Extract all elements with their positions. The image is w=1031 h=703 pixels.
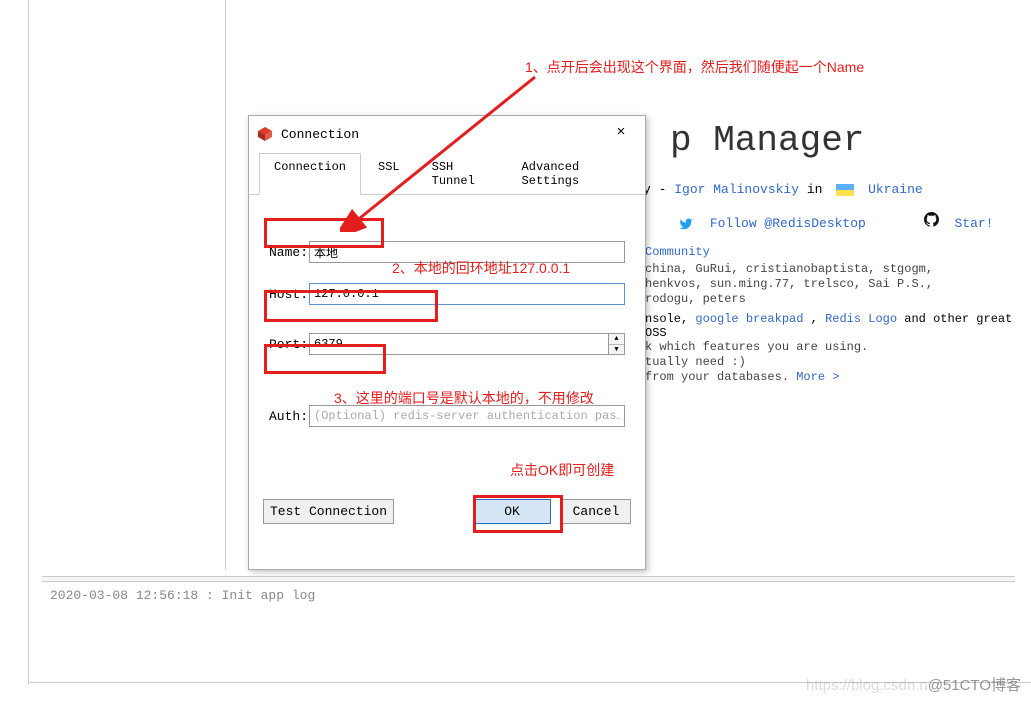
by-prefix: y -	[643, 182, 674, 197]
watermark: https://blog.csdn.n@51CTO博客	[806, 674, 1021, 695]
divider-left-1	[28, 0, 29, 685]
tab-row: Connection SSL SSH Tunnel Advanced Setti…	[249, 152, 645, 195]
host-input[interactable]	[309, 283, 625, 305]
port-spinner[interactable]: ▲ ▼	[609, 333, 625, 355]
host-label: Host:	[269, 287, 309, 302]
tab-ssh-tunnel[interactable]: SSH Tunnel	[417, 153, 505, 195]
oss-link-breakpad[interactable]: google breakpad	[695, 312, 803, 326]
github-icon	[924, 216, 947, 231]
port-row: Port: ▲ ▼	[269, 333, 625, 355]
oss-link-redis-logo[interactable]: Redis Logo	[825, 312, 897, 326]
log-separator[interactable]	[42, 576, 1015, 582]
host-row: Host:	[269, 283, 625, 305]
watermark-csdn: https://blog.csdn.n	[806, 677, 928, 694]
annotation-1: 1、点开后会出现这个界面，然后我们随便起一个Name	[525, 57, 864, 77]
social-row: Follow @RedisDesktop Star!	[678, 212, 993, 231]
form-area: Name: Host: Port: ▲ ▼ Auth:	[249, 195, 645, 457]
name-label: Name:	[269, 245, 309, 260]
button-row: Test Connection OK Cancel	[249, 483, 645, 540]
dialog-title-text: Connection	[281, 127, 359, 142]
oss-mid: ,	[811, 312, 825, 326]
oss-pre: nsole,	[645, 312, 695, 326]
test-connection-button[interactable]: Test Connection	[263, 499, 394, 524]
auth-row: Auth:	[269, 405, 625, 427]
twitter-icon	[678, 216, 702, 231]
supporters-text: china, GuRui, cristianobaptista, stgogm,…	[645, 262, 1015, 307]
tab-advanced-settings[interactable]: Advanced Settings	[507, 153, 635, 195]
author-line: y - Igor Malinovskiy in Ukraine	[643, 182, 923, 197]
app-title: p Manager	[670, 120, 864, 161]
annotation-4: 点击OK即可创建	[510, 460, 614, 480]
app-icon	[257, 126, 273, 142]
star-link[interactable]: Star!	[954, 216, 993, 231]
annotation-2: 2、本地的回环地址127.0.0.1	[392, 258, 570, 278]
auth-label: Auth:	[269, 409, 309, 424]
ok-button[interactable]: OK	[473, 499, 551, 524]
close-button[interactable]: ×	[605, 122, 637, 146]
annotation-3: 3、这里的端口号是默认本地的，不用修改	[334, 388, 594, 408]
oss-line: nsole, google breakpad , Redis Logo and …	[645, 312, 1031, 340]
watermark-51cto: @51CTO博客	[928, 677, 1021, 694]
tab-ssl[interactable]: SSL	[363, 153, 415, 195]
connection-dialog: Connection × Connection SSL SSH Tunnel A…	[248, 115, 646, 570]
port-spin-up[interactable]: ▲	[609, 334, 624, 345]
in-text: in	[807, 182, 830, 197]
cancel-button[interactable]: Cancel	[561, 499, 631, 524]
port-spin-down[interactable]: ▼	[609, 345, 624, 355]
feature-line-1: k which features you are using.	[645, 340, 868, 355]
feature-line-2: tually need :)	[645, 355, 868, 370]
community-heading: Community	[645, 245, 710, 260]
divider-left-2	[225, 0, 226, 570]
dialog-titlebar: Connection ×	[249, 116, 645, 152]
log-text: 2020-03-08 12:56:18 : Init app log	[50, 588, 315, 603]
more-link[interactable]: More >	[796, 370, 839, 384]
auth-input[interactable]	[309, 405, 625, 427]
port-input[interactable]	[309, 333, 609, 355]
feature-line-3-pre: from your databases.	[645, 370, 796, 384]
author-link[interactable]: Igor Malinovskiy	[674, 182, 799, 197]
follow-link[interactable]: Follow @RedisDesktop	[710, 216, 866, 231]
ukraine-flag-icon	[836, 184, 854, 196]
feature-block: k which features you are using. tually n…	[645, 340, 868, 385]
port-label: Port:	[269, 337, 309, 352]
tab-connection[interactable]: Connection	[259, 153, 361, 195]
country-link[interactable]: Ukraine	[868, 182, 923, 197]
